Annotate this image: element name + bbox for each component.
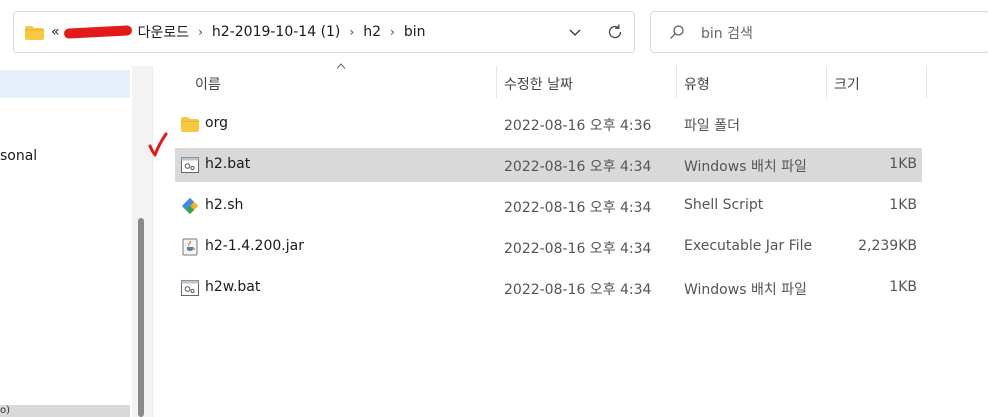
file-type: Executable Jar File — [684, 238, 813, 254]
file-size: 1KB — [889, 197, 917, 213]
java-jar-icon — [182, 238, 198, 256]
file-type: Windows 배치 파일 — [684, 282, 807, 298]
file-size: 2,239KB — [858, 238, 917, 254]
column-divider[interactable] — [676, 66, 677, 98]
file-type: Windows 배치 파일 — [684, 159, 807, 175]
breadcrumb-overflow[interactable]: « — [51, 24, 60, 40]
breadcrumb-separator: › — [349, 25, 355, 39]
file-row-org[interactable]: org 2022-08-16 오후 4:36 파일 폴더 — [175, 107, 922, 141]
nav-item-personal[interactable]: sonal — [0, 148, 37, 164]
breadcrumb: « 다운로드 › h2-2019-10-14 (1) › h2 › bin — [51, 12, 425, 52]
file-row-h2-sh[interactable]: h2.sh 2022-08-16 오후 4:34 Shell Script 1K… — [175, 189, 922, 223]
file-name: h2-1.4.200.jar — [205, 238, 304, 254]
file-name: org — [205, 115, 228, 131]
search-box[interactable]: bin 검색 — [650, 11, 988, 53]
nav-scrollbar-thumb[interactable] — [138, 218, 144, 417]
file-date: 2022-08-16 오후 4:34 — [504, 159, 652, 175]
batch-file-icon — [181, 157, 199, 173]
file-row-h2-jar[interactable]: h2-1.4.200.jar 2022-08-16 오후 4:34 Execut… — [175, 230, 922, 264]
file-date: 2022-08-16 오후 4:36 — [504, 118, 652, 134]
address-bar[interactable]: « 다운로드 › h2-2019-10-14 (1) › h2 › bin — [13, 11, 635, 53]
column-divider[interactable] — [496, 66, 497, 98]
search-input[interactable]: bin 검색 — [701, 23, 753, 43]
shell-script-icon — [182, 198, 198, 214]
file-name: h2.bat — [205, 156, 251, 172]
file-size: 1KB — [889, 156, 917, 172]
batch-file-icon — [181, 280, 199, 296]
column-header-size[interactable]: 크기 — [834, 74, 860, 94]
breadcrumb-separator: › — [198, 25, 203, 39]
navigation-pane — [0, 66, 130, 417]
chevron-down-icon[interactable] — [567, 24, 583, 40]
file-row-h2-bat[interactable]: h2.bat 2022-08-16 오후 4:34 Windows 배치 파일 … — [175, 148, 922, 182]
breadcrumb-separator: › — [390, 25, 395, 39]
file-type: Shell Script — [684, 197, 764, 213]
breadcrumb-item-h2[interactable]: h2 — [363, 24, 381, 40]
nav-item-bottom[interactable] — [0, 405, 130, 417]
file-name: h2w.bat — [205, 279, 261, 295]
annotation-checkmark-icon — [148, 132, 168, 157]
redacted-mark — [63, 25, 132, 39]
column-divider[interactable] — [926, 66, 927, 98]
column-header-date[interactable]: 수정한 날짜 — [504, 74, 573, 94]
refresh-icon[interactable] — [606, 23, 624, 41]
file-date: 2022-08-16 오후 4:34 — [504, 241, 652, 257]
column-header-name[interactable]: 이름 — [195, 74, 221, 94]
sort-ascending-icon — [336, 63, 346, 69]
breadcrumb-item-h2-folder[interactable]: h2-2019-10-14 (1) — [212, 24, 340, 40]
nav-item-bottom-label: o) — [0, 405, 11, 416]
breadcrumb-item-downloads[interactable]: 다운로드 — [138, 22, 190, 42]
file-name: h2.sh — [205, 197, 244, 213]
file-date: 2022-08-16 오후 4:34 — [504, 282, 652, 298]
file-type: 파일 폴더 — [684, 118, 740, 134]
nav-item-selected[interactable] — [0, 70, 130, 98]
search-icon — [670, 25, 684, 39]
file-date: 2022-08-16 오후 4:34 — [504, 200, 652, 216]
column-header-type[interactable]: 유형 — [684, 74, 710, 94]
breadcrumb-item-bin[interactable]: bin — [404, 24, 426, 40]
file-size: 1KB — [889, 279, 917, 295]
column-divider[interactable] — [826, 66, 827, 98]
folder-icon — [181, 117, 199, 132]
folder-icon — [25, 26, 44, 40]
pane-divider[interactable] — [152, 66, 153, 417]
file-row-h2w-bat[interactable]: h2w.bat 2022-08-16 오후 4:34 Windows 배치 파일… — [175, 271, 922, 305]
